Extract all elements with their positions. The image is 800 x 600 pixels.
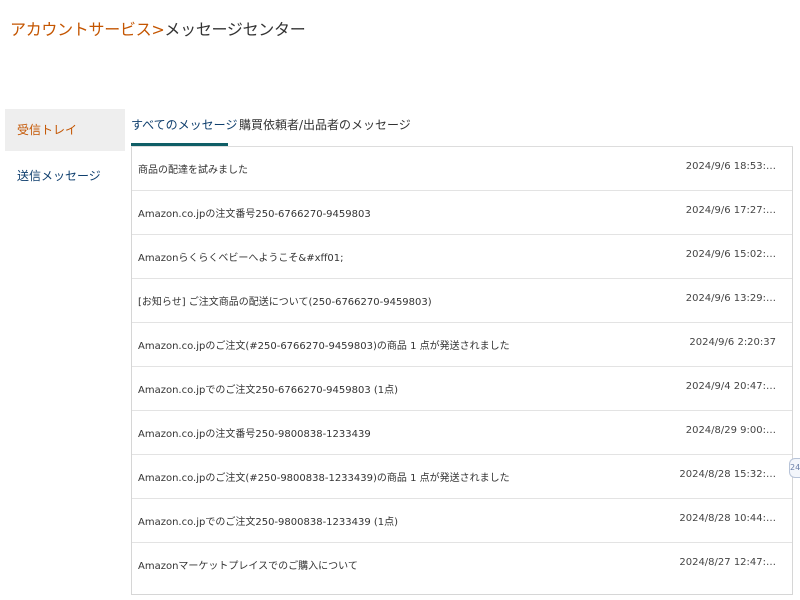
sidebar-item-sent-messages[interactable]: 送信メッセージ [5, 155, 125, 197]
breadcrumb-separator: > [151, 20, 165, 39]
message-subject[interactable]: 商品の配達を試みました [138, 161, 248, 176]
message-row[interactable]: Amazon.co.jpのご注文(#250-6766270-9459803)の商… [132, 323, 792, 367]
message-row[interactable]: Amazon.co.jpの注文番号250-9800838-1233439 202… [132, 411, 792, 455]
message-date: 2024/8/28 10:44:… [679, 513, 776, 524]
tab-all-messages[interactable]: すべてのメッセージ [131, 108, 237, 146]
breadcrumb: アカウントサービス>メッセージセンター [10, 16, 306, 40]
message-subject[interactable]: Amazon.co.jpでのご注文250-6766270-9459803 (1点… [138, 381, 398, 396]
message-date: 2024/8/28 15:32:… [679, 469, 776, 480]
message-subject[interactable]: Amazon.co.jpの注文番号250-6766270-9459803 [138, 205, 371, 220]
message-date: 2024/9/6 18:53:… [685, 161, 776, 172]
message-row[interactable]: [お知らせ] ご注文商品の配送について(250-6766270-9459803)… [132, 279, 792, 323]
floating-side-tab[interactable]: 24 [789, 458, 800, 478]
message-date: 2024/9/4 20:47:… [685, 381, 776, 392]
message-tabs: すべてのメッセージ 購買依頼者/出品者のメッセージ [131, 108, 793, 147]
message-subject[interactable]: Amazon.co.jpのご注文(#250-6766270-9459803)の商… [138, 337, 510, 352]
message-date: 2024/9/6 17:27:… [685, 205, 776, 216]
message-row[interactable]: Amazon.co.jpでのご注文250-9800838-1233439 (1点… [132, 499, 792, 543]
message-date: 2024/8/27 12:47:… [679, 557, 776, 568]
message-list: 商品の配達を試みました 2024/9/6 18:53:… Amazon.co.j… [131, 147, 793, 595]
message-row[interactable]: Amazon.co.jpの注文番号250-6766270-9459803 202… [132, 191, 792, 235]
message-date: 2024/9/6 13:29:… [685, 293, 776, 304]
message-row[interactable]: Amazon.co.jpのご注文(#250-9800838-1233439)の商… [132, 455, 792, 499]
message-subject[interactable]: Amazon.co.jpのご注文(#250-9800838-1233439)の商… [138, 469, 510, 484]
message-subject[interactable]: Amazon.co.jpでのご注文250-9800838-1233439 (1点… [138, 513, 398, 528]
page-title: メッセージセンター [164, 20, 306, 39]
message-date: 2024/9/6 2:20:37 [689, 337, 776, 348]
sidebar-item-inbox[interactable]: 受信トレイ [5, 109, 125, 151]
message-row[interactable]: 商品の配達を試みました 2024/9/6 18:53:… [132, 147, 792, 191]
message-subject[interactable]: Amazonらくらくベビーへようこそ&#xff01; [138, 249, 344, 264]
message-subject[interactable]: [お知らせ] ご注文商品の配送について(250-6766270-9459803) [138, 293, 432, 308]
message-date: 2024/8/29 9:00:… [685, 425, 776, 436]
message-row[interactable]: Amazonらくらくベビーへようこそ&#xff01; 2024/9/6 15:0… [132, 235, 792, 279]
message-subject[interactable]: Amazonマーケットプレイスでのご購入について [138, 557, 358, 572]
breadcrumb-account-service-link[interactable]: アカウントサービス [10, 20, 152, 39]
message-subject[interactable]: Amazon.co.jpの注文番号250-9800838-1233439 [138, 425, 371, 440]
message-date: 2024/9/6 15:02:… [685, 249, 776, 260]
sidebar: 受信トレイ 送信メッセージ [5, 109, 125, 197]
message-row[interactable]: Amazonマーケットプレイスでのご購入について 2024/8/27 12:47… [132, 543, 792, 587]
tab-buyer-seller-messages[interactable]: 購買依頼者/出品者のメッセージ [239, 108, 411, 146]
message-row[interactable]: Amazon.co.jpでのご注文250-6766270-9459803 (1点… [132, 367, 792, 411]
